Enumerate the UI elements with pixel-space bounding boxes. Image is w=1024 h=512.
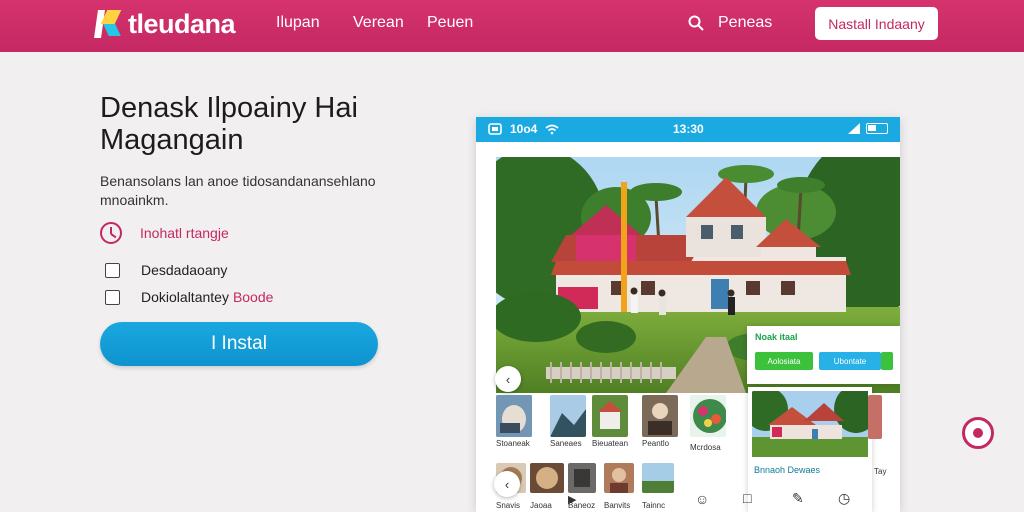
- feature-card-caption: Bnnaoh Dewaes: [754, 465, 821, 475]
- overlay-blue-button[interactable]: Ubontate: [819, 352, 881, 370]
- carousel-bottom-button[interactable]: ‹: [494, 471, 520, 497]
- thumbnail-1[interactable]: [496, 395, 532, 437]
- thumbnail-label-2: Saneaes: [550, 439, 582, 448]
- thumbnail-4[interactable]: [642, 395, 678, 437]
- app-icon: [488, 123, 502, 135]
- thumbnail-5[interactable]: [690, 395, 726, 437]
- search-link[interactable]: Peneas: [688, 14, 772, 32]
- phone-status-bar: 10o4 13:30: [476, 117, 900, 142]
- hero-title: Denask Ilpoainy Hai Magangain: [100, 92, 358, 156]
- thumbnail-label-9: Banvits: [604, 501, 631, 510]
- battery-icon: [866, 123, 888, 134]
- checkbox-1[interactable]: [105, 262, 120, 278]
- thumbnail-2[interactable]: [550, 395, 586, 437]
- thumbnail-3[interactable]: [592, 395, 628, 437]
- thumbnail-10[interactable]: [642, 463, 674, 493]
- thumbnail-label-7: Jaoaa: [530, 501, 552, 510]
- install-button-header[interactable]: Nastall Indaany: [815, 7, 938, 40]
- search-label: Peneas: [718, 14, 773, 31]
- play-icon[interactable]: ▶: [568, 493, 576, 506]
- status-left-text: 10o4: [510, 122, 538, 136]
- feature-card-image: [752, 391, 868, 457]
- status-time: 13:30: [673, 122, 704, 136]
- clock-small-icon[interactable]: ◷: [838, 490, 850, 507]
- checkbox-label-1: Desdadaoany: [141, 262, 228, 278]
- overlay-title: Noak itaal: [755, 332, 798, 342]
- overlay-green-segment: [881, 352, 893, 370]
- thumbnail-label-10: Tainnc: [642, 501, 666, 510]
- nav-link-1[interactable]: Ilupan: [276, 14, 320, 32]
- edit-icon[interactable]: ✎: [792, 490, 804, 507]
- install-button-main[interactable]: I Instal: [100, 322, 378, 366]
- feature-highlight[interactable]: Inohatl rtangje: [100, 222, 229, 244]
- search-icon: [688, 15, 704, 31]
- floating-action-button[interactable]: [962, 417, 994, 449]
- logo-text: tleudana: [128, 8, 236, 39]
- thumbnail-side[interactable]: [868, 395, 882, 439]
- overlay-green-button[interactable]: Aolosiata: [755, 352, 813, 370]
- chevron-left-icon: ‹: [505, 371, 511, 387]
- thumbnail-label-4: Peantlo: [642, 439, 670, 448]
- logo[interactable]: tleudana: [94, 8, 236, 40]
- side-label: Tay: [874, 467, 887, 476]
- thumbnail-8[interactable]: [568, 463, 596, 493]
- thumbnail-label-6: Snavis: [496, 501, 521, 510]
- smile-icon[interactable]: ☺: [695, 491, 709, 507]
- overlay-card: Noak itaal Aolosiata Ubontate: [747, 326, 900, 384]
- feature-highlight-label: Inohatl rtangje: [140, 225, 229, 241]
- wifi-icon: [545, 124, 559, 134]
- signal-icon: [848, 123, 860, 134]
- checkbox-row-2[interactable]: Dokiolaltantey Boode: [105, 289, 273, 305]
- square-icon[interactable]: □: [743, 490, 751, 506]
- top-nav-bar: tleudana Ilupan Verean Peuen Peneas Nast…: [0, 0, 1024, 52]
- checkbox-2[interactable]: [105, 289, 120, 305]
- checkbox-row-1[interactable]: Desdadaoany: [105, 262, 227, 278]
- logo-mark-icon: [94, 8, 122, 40]
- feature-card[interactable]: Bnnaoh Dewaes: [748, 387, 872, 512]
- nav-link-3[interactable]: Peuen: [427, 14, 473, 32]
- thumbnail-9[interactable]: [604, 463, 634, 493]
- thumbnail-label-1: Stoaneak: [496, 439, 530, 448]
- nav-link-2[interactable]: Verean: [353, 14, 404, 32]
- chevron-left-icon-2: ‹: [504, 476, 510, 492]
- hero-description: Benansolans lan anoe tidosandanansehlano…: [100, 173, 376, 208]
- thumbnail-label-5: Mcrdosa: [690, 443, 721, 452]
- thumbnail-7[interactable]: [530, 463, 564, 493]
- thumbnail-label-3: Bieuatean: [592, 439, 629, 448]
- checkbox-label-accent: Boode: [232, 289, 274, 305]
- checkbox-label-2: Dokiolaltantey: [141, 289, 229, 305]
- link-icon: [973, 428, 983, 438]
- clock-icon: [100, 222, 122, 244]
- carousel-prev-button[interactable]: ‹: [495, 366, 521, 392]
- phone-mockup: 10o4 13:30 ‹ Noak itaal Aolosiata Ubonta…: [476, 117, 900, 512]
